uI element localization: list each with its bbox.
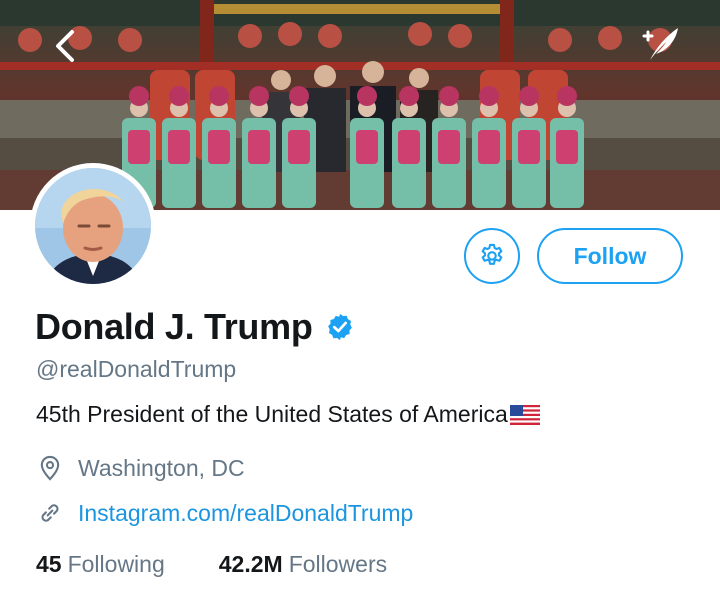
followers-stat[interactable]: 42.2M Followers <box>219 551 387 578</box>
avatar-image <box>35 168 151 284</box>
location-text: Washington, DC <box>78 454 245 481</box>
profile-stats: 45 Following 42.2M Followers <box>36 551 387 578</box>
profile-name: Donald J. Trump <box>35 306 313 347</box>
followers-count: 42.2M <box>218 551 283 577</box>
profile-website[interactable]: Instagram.com/realDonaldTrump <box>36 499 413 527</box>
followers-label: Followers <box>288 551 388 577</box>
follow-button[interactable]: Follow <box>537 228 683 284</box>
gear-icon <box>481 243 503 265</box>
chevron-left-icon <box>56 30 74 62</box>
profile-avatar[interactable] <box>30 163 156 289</box>
compose-tweet-button[interactable] <box>636 22 684 66</box>
profile-settings-button[interactable] <box>464 228 520 284</box>
profile-location: Washington, DC <box>36 454 245 482</box>
following-count: 45 <box>36 551 62 577</box>
us-flag-emoji <box>509 404 540 425</box>
profile-name-row: Donald J. Trump <box>35 306 355 348</box>
bio-text: 45th President of the United States of A… <box>36 401 508 427</box>
location-pin-icon <box>40 455 60 481</box>
profile-handle: @realDonaldTrump <box>36 356 237 382</box>
back-button[interactable] <box>46 24 90 68</box>
link-icon <box>41 504 59 522</box>
website-link[interactable]: Instagram.com/realDonaldTrump <box>78 500 413 527</box>
profile-bio: 45th President of the United States of A… <box>36 401 540 428</box>
following-label: Following <box>67 551 165 577</box>
compose-tweet-icon <box>642 28 678 60</box>
following-stat[interactable]: 45 Following <box>36 551 165 578</box>
verified-badge-icon <box>327 313 352 341</box>
